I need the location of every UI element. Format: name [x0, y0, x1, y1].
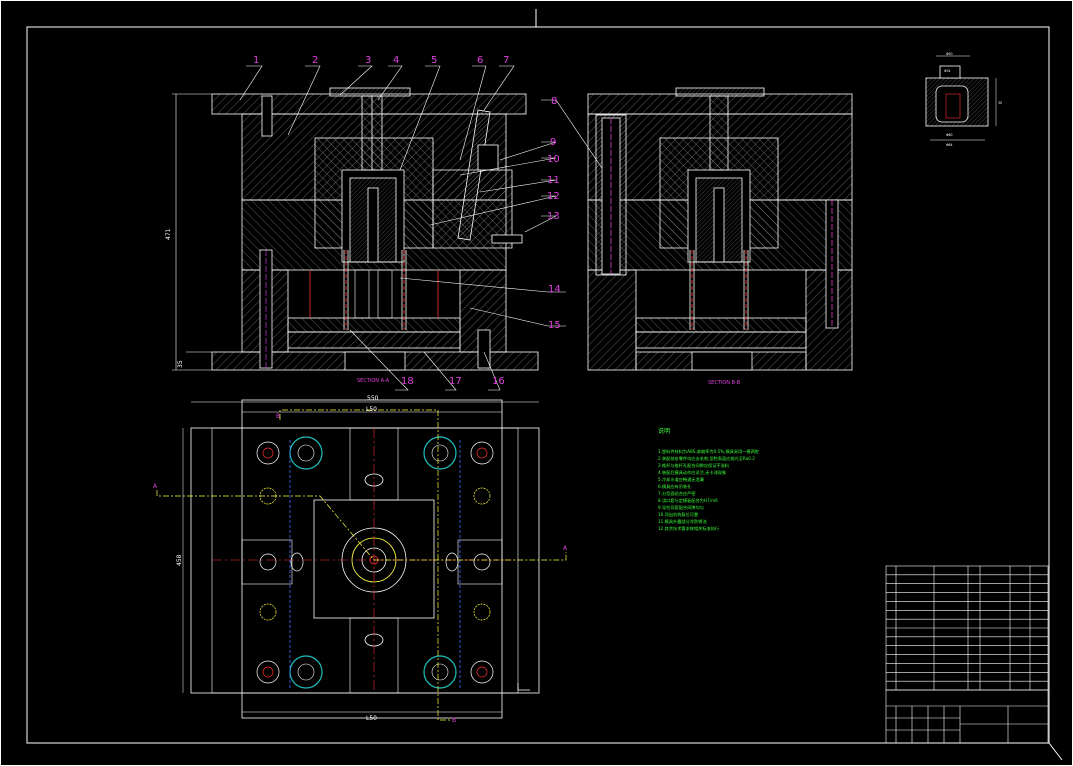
bb-ejector-retainer: [635, 317, 807, 333]
plan-height-dim: 458: [176, 554, 183, 566]
locating-ring: [329, 87, 411, 97]
note-line-4: 4.装配后模具动作应灵活,无卡滞现象: [658, 469, 726, 476]
section-aa-view: 471 35 SECTION A-A: [165, 87, 539, 384]
plan-blue-dashed: [289, 440, 461, 690]
plan-corner-mark: [517, 683, 530, 691]
parts-list-rows: [886, 574, 1048, 682]
screw-holes: [256, 441, 494, 684]
section-mark-a-left: A: [153, 483, 158, 490]
part-label-3: 3: [365, 55, 371, 66]
bb-core-pin: [713, 187, 725, 263]
part-label-10: 10: [547, 154, 560, 165]
section-cut-lines: [156, 409, 567, 721]
part-label-9: 9: [550, 137, 556, 148]
frame-corner-tick: [1048, 742, 1063, 761]
bb-ejector-plate: [635, 331, 807, 349]
note-line-7: 7.分型面贴合应严密: [658, 490, 696, 497]
top-screw: [261, 95, 273, 137]
part-label-1: 1: [253, 55, 259, 66]
part-detail-inner: [945, 93, 961, 119]
guide-bushings: [289, 436, 457, 689]
note-line-2: 2.装配前各零件均应去毛刺,型腔表面应抛光至Ra0.2: [658, 455, 755, 462]
detail-dim-mid: Φ34: [944, 69, 951, 73]
part-label-16: 16: [492, 376, 505, 387]
plan-mold-block: [211, 427, 519, 694]
part-label-14: 14: [548, 284, 561, 295]
section-mark-b-bottom: B: [452, 717, 456, 724]
detail-dim-top: Φ50: [946, 52, 953, 56]
bottom-clamp-center-hole: [344, 351, 406, 371]
note-line-6: 6.模具应有吊装孔: [658, 483, 692, 490]
height-dimension: [172, 93, 212, 371]
slide-screw: [491, 234, 523, 244]
note-line-1: 1.塑料件材料为ABS,收缩率为0.5%,模具采用一模两腔: [658, 448, 759, 455]
part-detail-view: Φ50 Φ34 30 Φ60 Φ64: [925, 52, 1002, 147]
height-dim-label: 471: [165, 228, 172, 240]
technical-notes: 说明 1.塑料件材料为ABS,收缩率为0.5%,模具采用一模两腔 2.装配前各零…: [658, 427, 759, 532]
plan-inner-width-bottom: L50: [366, 715, 377, 722]
part-label-7: 7: [503, 55, 509, 66]
part-label-13: 13: [547, 211, 560, 222]
part-label-4: 4: [393, 55, 399, 66]
part-label-18: 18: [401, 376, 414, 387]
part-label-6: 6: [477, 55, 483, 66]
note-line-12: 12.其余技术要求按相关标准执行: [658, 525, 719, 532]
part-label-12: 12: [547, 191, 560, 202]
plan-rails: [241, 539, 503, 585]
outer-frame: [0, 0, 1073, 766]
note-line-3: 3.推杆与推杆孔配合间隙应保证不溢料: [658, 462, 730, 469]
ejector-plate: [287, 331, 461, 349]
support-pillars: [354, 269, 393, 319]
part-label-5: 5: [431, 55, 437, 66]
section-bb-title: SECTION B-B: [708, 380, 741, 386]
plan-centerlines: [212, 428, 518, 693]
note-line-8: 8.浇口套与定模板配合为H7/m6: [658, 497, 718, 504]
section-mark-a-right: A: [563, 545, 568, 552]
small-dim-label: 35: [177, 360, 184, 368]
bb-sprue-bushing: [709, 95, 729, 171]
part-label-17: 17: [449, 376, 462, 387]
detail-dim-base: Φ64: [946, 143, 953, 147]
detail-dim-bottom: Φ60: [946, 133, 953, 137]
bb-locating-ring: [675, 87, 765, 97]
section-bb-view: SECTION B-B: [587, 87, 853, 386]
cad-drawing: 471 35 SECTION A-A 1 2 3 4 5 6 7 8 9 10: [0, 0, 1073, 766]
plan-inner-width-top: L50: [366, 406, 377, 413]
ejector-retainer-plate: [287, 317, 461, 333]
part-label-2: 2: [312, 55, 318, 66]
slide-wedge: [477, 144, 499, 171]
title-block: [885, 565, 1049, 744]
plan-width-dim: 550: [367, 395, 379, 402]
detail-dim-right: 30: [998, 101, 1002, 105]
core-pin: [367, 187, 379, 263]
note-line-5: 5.冷却水道应畅通无泄漏: [658, 476, 704, 483]
note-line-10: 10.顶出机构复位可靠: [658, 511, 698, 518]
plan-view: B B A A 550 L50 L50 458: [153, 395, 568, 724]
note-line-11: 11.模具外露部分涂防锈油: [658, 518, 707, 525]
part-label-8: 8: [551, 96, 557, 107]
bb-left-block: [587, 269, 637, 371]
part-label-15: 15: [548, 320, 561, 331]
bb-bottom-hole: [691, 351, 753, 371]
plan-clamp-plate: [241, 399, 503, 719]
section-mark-b-top: B: [276, 413, 280, 420]
section-aa-title: SECTION A-A: [357, 378, 390, 384]
part-label-11: 11: [547, 175, 560, 186]
plan-outer-plate: [190, 427, 540, 694]
note-line-9: 9.导柱导套配合间隙均匀: [658, 504, 704, 511]
notes-title: 说明: [658, 427, 670, 435]
title-block-frame: [885, 689, 1049, 744]
